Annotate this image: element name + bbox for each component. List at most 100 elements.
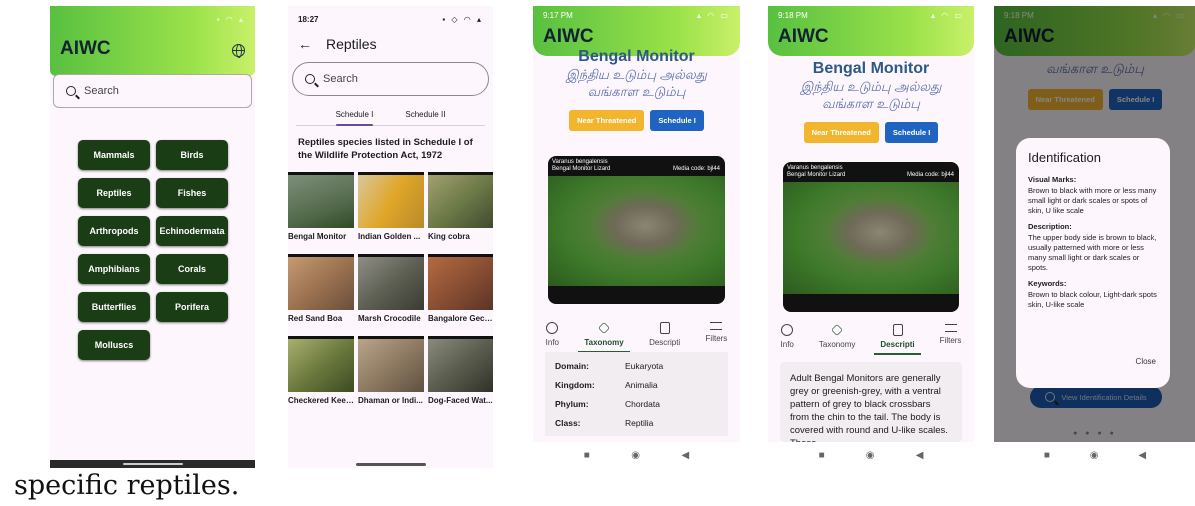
search-input[interactable]: Search [53, 74, 252, 108]
category-button-arthropods[interactable]: Arthropods [78, 216, 150, 246]
species-card[interactable]: King cobra [428, 172, 493, 250]
home-icon[interactable]: ◉ [1090, 450, 1099, 461]
description-card: Adult Bengal Monitors are generally grey… [780, 362, 962, 442]
species-card[interactable]: Red Sand Boa [288, 254, 354, 332]
phone-species-taxonomy: 9:17 PM ▴ ◠ ▭ AIWC Bengal Monitor இந்திய … [533, 6, 740, 468]
tab-schedule-1[interactable]: Schedule I [330, 106, 380, 126]
app-bar: ▪ ◠ ▴ AIWC [50, 6, 255, 76]
status-badges: Near Threatened Schedule I [768, 122, 974, 143]
home-icon[interactable]: ◉ [866, 450, 875, 461]
description-text: The upper body side is brown to black, u… [1028, 233, 1157, 272]
category-button-molluscs[interactable]: Molluscs [78, 330, 150, 360]
keywords-heading: Keywords: [1028, 279, 1067, 288]
status-bar: ▪ ◠ ▴ [216, 14, 245, 24]
status-badges: Near Threatened Schedule I [533, 110, 740, 131]
close-button[interactable]: Close [1136, 357, 1156, 366]
tab-info[interactable]: Info [781, 324, 794, 349]
photo-caption: Varanus bengalensis Bengal Monitor Lizard [787, 165, 846, 178]
species-photo[interactable]: Varanus bengalensis Bengal Monitor Lizard… [783, 162, 959, 312]
monitor-lizard-image [783, 182, 959, 294]
app-title: AIWC [60, 38, 111, 59]
category-button-mammals[interactable]: Mammals [78, 140, 150, 170]
visual-marks-heading: Visual Marks: [1028, 175, 1077, 184]
category-button-corals[interactable]: Corals [156, 254, 228, 284]
species-card[interactable]: Bengal Monitor [288, 172, 354, 250]
schedule-tabs: Schedule I Schedule II [288, 106, 493, 126]
schedule-badge[interactable]: Schedule I [650, 110, 704, 131]
category-button-butterflies[interactable]: Butterflies [78, 292, 150, 322]
caption-text: specific reptiles. [14, 470, 240, 501]
back-arrow-icon[interactable]: ← [298, 36, 312, 52]
status-time: 9:17 PM [543, 10, 573, 20]
species-name: Bangalore Geck... [428, 314, 493, 323]
species-name: Marsh Crocodile [358, 314, 421, 323]
species-photo [428, 172, 493, 228]
description-heading: Description: [1028, 222, 1072, 231]
media-code: Media code: bjl44 [906, 172, 954, 178]
taxonomy-table: Domain: Eukaryota Kingdom: Animalia Phylum… [545, 352, 728, 436]
tab-taxonomy[interactable]: Taxonomy [819, 324, 855, 349]
status-bar: 9:17 PM ▴ ◠ ▭ [543, 10, 730, 20]
system-nav-bar: ■ ◉ ◀ [533, 442, 740, 468]
app-title: AIWC [778, 26, 829, 47]
conservation-status-badge[interactable]: Near Threatened [569, 110, 645, 131]
phone-home-screen: ▪ ◠ ▴ AIWC Search Mammals Birds Reptiles… [50, 6, 255, 468]
tab-filters[interactable]: Filters [940, 324, 961, 349]
page-title: Reptiles [326, 36, 377, 52]
species-photo[interactable]: Varanus bengalensis Bengal Monitor Lizard… [548, 156, 725, 304]
search-placeholder: Search [84, 85, 119, 97]
system-nav-bar: ■ ◉ ◀ [994, 442, 1195, 468]
detail-tabs: Info Taxonomy Descripti Filters [768, 324, 974, 355]
info-icon [546, 322, 559, 334]
search-icon [66, 86, 76, 96]
search-icon [305, 74, 315, 84]
recents-icon[interactable]: ■ [1044, 450, 1050, 461]
species-grid: Bengal Monitor Indian Golden ... King co… [288, 172, 493, 414]
back-icon[interactable]: ◀ [1138, 450, 1146, 461]
filter-icon [944, 324, 957, 332]
tab-description[interactable]: Descripti [649, 322, 680, 347]
recents-icon[interactable]: ■ [584, 450, 590, 461]
taxonomy-row: Class: Reptilia [555, 417, 654, 428]
category-button-porifera[interactable]: Porifera [156, 292, 228, 322]
species-card[interactable]: Dhaman or Indi... [358, 336, 424, 414]
species-card[interactable]: Bangalore Geck... [428, 254, 493, 332]
back-icon[interactable]: ◀ [682, 450, 690, 461]
conservation-status-badge[interactable]: Near Threatened [803, 122, 879, 143]
species-name: Indian Golden ... [358, 232, 421, 241]
schedule-badge[interactable]: Schedule I [884, 122, 939, 143]
document-icon [892, 324, 903, 336]
home-icon[interactable]: ◉ [631, 450, 640, 461]
globe-icon[interactable] [232, 44, 245, 58]
status-time: 9:18 PM [778, 10, 808, 20]
species-photo [288, 336, 354, 392]
category-button-amphibians[interactable]: Amphibians [78, 254, 150, 284]
phone-reptiles-screen: 18:27 ▪ ◇ ◠ ▴ ← Reptiles Search Schedule… [288, 6, 493, 468]
tab-filters[interactable]: Filters [706, 322, 727, 347]
taxonomy-row: Domain: Eukaryota [555, 360, 664, 371]
phone-species-description: 9:18 PM ▴ ◠ ▭ AIWC Bengal Monitor இந்திய … [768, 6, 974, 468]
species-title: Bengal Monitor [578, 48, 695, 65]
tab-description[interactable]: Descripti [874, 324, 921, 355]
species-card[interactable]: Checkered Keel... [288, 336, 354, 414]
tab-taxonomy[interactable]: Taxonomy [578, 322, 631, 353]
search-input[interactable]: Search [292, 62, 489, 96]
tab-schedule-2[interactable]: Schedule II [399, 106, 451, 125]
detail-tabs: Info Taxonomy Descripti Filters [533, 322, 740, 353]
category-button-echinodermata[interactable]: Echinodermata [156, 216, 228, 246]
back-icon[interactable]: ◀ [916, 450, 924, 461]
gesture-bar[interactable] [355, 463, 426, 466]
category-button-reptiles[interactable]: Reptiles [78, 178, 150, 208]
top-bar: ← Reptiles [288, 32, 493, 56]
species-card[interactable]: Indian Golden ... [358, 172, 424, 250]
recents-icon[interactable]: ■ [819, 450, 825, 461]
species-card[interactable]: Dog-Faced Wat... [428, 336, 493, 414]
category-button-birds[interactable]: Birds [156, 140, 228, 170]
gesture-bar[interactable] [50, 460, 255, 468]
status-bar: 18:27 ▪ ◇ ◠ ▴ [298, 14, 483, 24]
species-card[interactable]: Marsh Crocodile [358, 254, 424, 332]
media-code: Media code: bjl44 [672, 166, 720, 172]
tab-info[interactable]: Info [546, 322, 559, 347]
category-button-fishes[interactable]: Fishes [156, 178, 228, 208]
dialog-title: Identification [1028, 150, 1101, 165]
